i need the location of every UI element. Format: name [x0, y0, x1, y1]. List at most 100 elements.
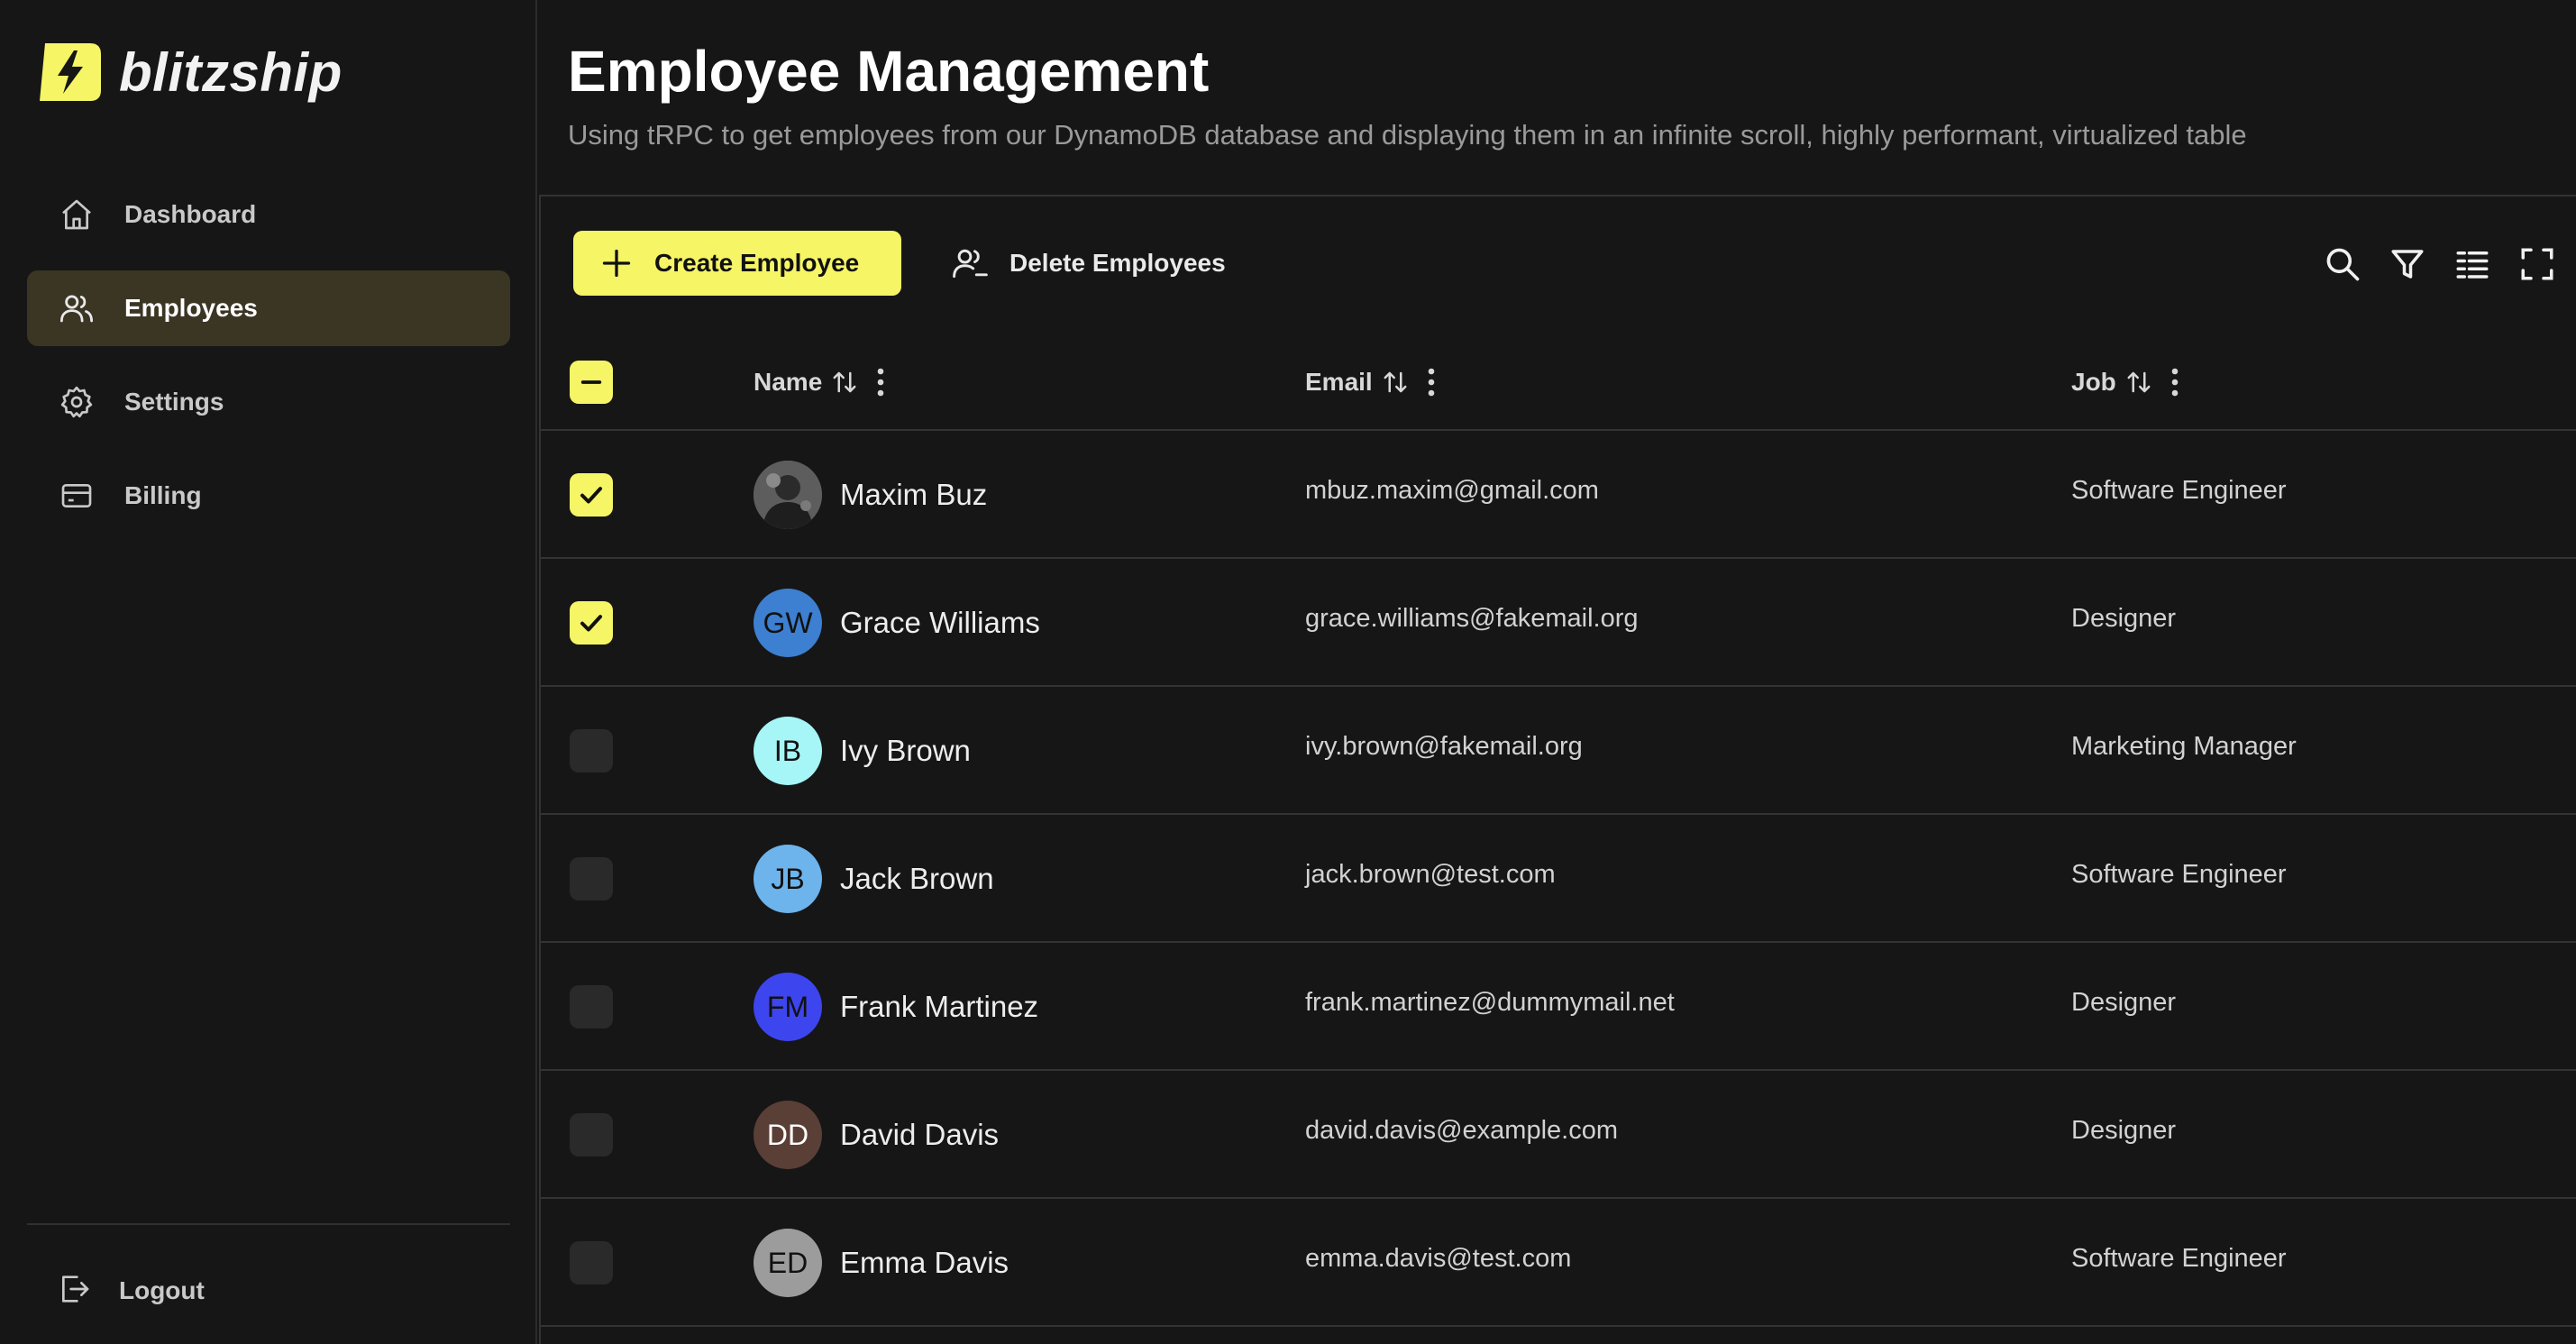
table-tool-icons — [2300, 242, 2560, 287]
name-cell: Maxim Buz — [754, 460, 987, 530]
sort-icon[interactable] — [2125, 369, 2152, 396]
employee-job: Designer — [2071, 604, 2177, 633]
avatar-initials: GW — [763, 606, 813, 639]
row-checkbox[interactable] — [570, 473, 613, 517]
row-checkbox[interactable] — [570, 1241, 613, 1285]
employee-job: Designer — [2071, 988, 2177, 1017]
checkmark-icon — [580, 487, 602, 504]
name-cell: IB Ivy Brown — [754, 716, 971, 786]
table-body: Maxim Buz mbuz.maxim@gmail.com Software En… — [541, 431, 2576, 1327]
employee-name: Ivy Brown — [840, 734, 971, 767]
employee-email: david.davis@example.com — [1305, 1116, 1618, 1145]
sidebar-item-dashboard[interactable]: Dashboard — [27, 177, 510, 252]
sidebar-item-settings[interactable]: Settings — [27, 364, 510, 440]
employee-job: Designer — [2071, 1116, 2177, 1145]
logout-label: Logout — [119, 1276, 205, 1304]
column-menu-icon[interactable] — [874, 366, 887, 398]
employee-name: Grace Williams — [840, 606, 1040, 639]
employee-email: jack.brown@test.com — [1305, 860, 1556, 889]
avatar: IB — [754, 717, 822, 785]
column-header-name[interactable]: Name — [754, 362, 887, 402]
avatar-initials: JB — [771, 862, 805, 895]
avatar-initials: ED — [767, 1246, 808, 1279]
column-header-email[interactable]: Email — [1305, 362, 1438, 402]
name-cell: ED Emma Davis — [754, 1228, 1009, 1298]
column-label: Job — [2071, 368, 2116, 396]
table-row[interactable]: Maxim Buz mbuz.maxim@gmail.com Software En… — [541, 431, 2576, 559]
sidebar-divider — [27, 1223, 510, 1225]
column-label: Name — [754, 368, 823, 396]
employee-email: ivy.brown@fakemail.org — [1305, 732, 1583, 761]
row-checkbox[interactable] — [570, 601, 613, 645]
employee-email: grace.williams@fakemail.org — [1305, 604, 1639, 633]
avatar: ED — [754, 1229, 822, 1297]
avatar: DD — [754, 1101, 822, 1169]
employee-job: Marketing Manager — [2071, 732, 2297, 761]
users-icon — [56, 288, 97, 329]
table-row[interactable]: FM Frank Martinez frank.martinez@dummymail… — [541, 943, 2576, 1071]
create-employee-button[interactable]: Create Employee — [573, 231, 901, 296]
employee-email: mbuz.maxim@gmail.com — [1305, 476, 1599, 505]
employee-name: Maxim Buz — [840, 478, 988, 511]
filter-icon[interactable] — [2385, 242, 2430, 287]
avatar: JB — [754, 845, 822, 913]
sidebar-item-employees[interactable]: Employees — [27, 270, 510, 346]
avatar — [754, 461, 822, 529]
page-subtitle: Using tRPC to get employees from our Dyn… — [568, 119, 2247, 151]
employee-email: frank.martinez@dummymail.net — [1305, 988, 1675, 1017]
name-cell: JB Jack Brown — [754, 844, 994, 914]
sidebar-item-label: Billing — [124, 481, 202, 509]
employee-job: Software Engineer — [2071, 476, 2287, 505]
row-checkbox[interactable] — [570, 857, 613, 901]
sidebar-nav: Dashboard Employees Settings Billing — [27, 177, 510, 552]
employee-name: David Davis — [840, 1118, 1000, 1151]
fullscreen-icon[interactable] — [2515, 242, 2560, 287]
name-cell: GW Grace Williams — [754, 588, 1040, 658]
employee-job: Software Engineer — [2071, 1244, 2287, 1273]
table-row[interactable]: JB Jack Brown jack.brown@test.com Software … — [541, 815, 2576, 943]
table-row[interactable]: IB Ivy Brown ivy.brown@fakemail.org Marketi… — [541, 687, 2576, 815]
column-menu-icon[interactable] — [2169, 366, 2181, 398]
column-label: Email — [1305, 368, 1373, 396]
delete-employees-button[interactable]: Delete Employees — [950, 231, 1226, 296]
table-header: Name Email Job — [541, 332, 2576, 431]
employee-name: Frank Martinez — [840, 990, 1039, 1023]
profile-photo — [754, 461, 822, 529]
brand-name: blitzship — [119, 41, 343, 103]
logout-icon — [56, 1271, 92, 1312]
minus-icon — [580, 380, 602, 384]
avatar: GW — [754, 589, 822, 657]
create-employee-label: Create Employee — [654, 249, 860, 277]
columns-icon[interactable] — [2450, 242, 2495, 287]
sidebar-item-billing[interactable]: Billing — [27, 458, 510, 534]
logout-button[interactable]: Logout — [27, 1253, 510, 1329]
gear-icon — [56, 381, 97, 423]
column-menu-icon[interactable] — [1425, 366, 1438, 398]
row-checkbox[interactable] — [570, 985, 613, 1029]
page-title: Employee Management — [568, 39, 1210, 104]
sidebar-item-label: Settings — [124, 388, 224, 416]
brand[interactable]: blitzship — [34, 36, 343, 108]
app: blitzship Dashboard Employees Settings B… — [0, 0, 2576, 1344]
select-all-checkbox[interactable] — [570, 361, 613, 404]
plus-icon — [602, 249, 631, 278]
employees-table-panel: Create Employee Delete Employees Name Em… — [539, 195, 2576, 1344]
table-row[interactable]: DD David Davis david.davis@example.com Desi… — [541, 1071, 2576, 1199]
lightning-logo-icon — [40, 43, 101, 101]
sort-icon[interactable] — [1382, 369, 1409, 396]
name-cell: FM Frank Martinez — [754, 972, 1038, 1042]
avatar-initials: FM — [766, 990, 809, 1023]
home-icon — [56, 194, 97, 235]
name-cell: DD David Davis — [754, 1100, 999, 1170]
table-row[interactable]: GW Grace Williams grace.williams@fakemail.… — [541, 559, 2576, 687]
table-row[interactable]: ED Emma Davis emma.davis@test.com Software … — [541, 1199, 2576, 1327]
table-toolbar: Create Employee Delete Employees — [541, 197, 2576, 332]
row-checkbox[interactable] — [570, 729, 613, 773]
employee-email: emma.davis@test.com — [1305, 1244, 1572, 1273]
sidebar-item-label: Employees — [124, 294, 258, 322]
sort-icon[interactable] — [831, 369, 858, 396]
search-icon[interactable] — [2320, 242, 2365, 287]
column-header-job[interactable]: Job — [2071, 362, 2181, 402]
row-checkbox[interactable] — [570, 1113, 613, 1157]
employee-name: Jack Brown — [840, 862, 994, 895]
